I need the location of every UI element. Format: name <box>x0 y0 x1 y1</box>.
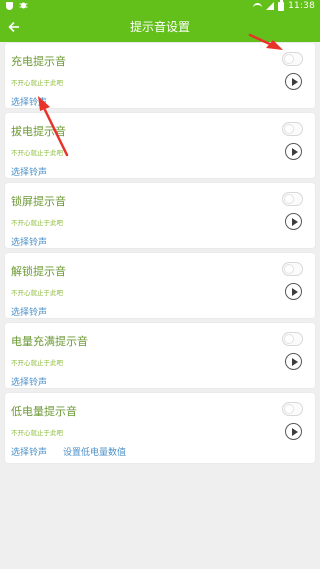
card-hint: 不开心就止于此吧 <box>11 149 63 157</box>
sound-card-low-battery: 低电量提示音 不开心就止于此吧 选择铃声 设置低电量数值 <box>5 393 315 463</box>
enable-toggle[interactable] <box>282 192 303 206</box>
toggle-knob <box>284 194 294 204</box>
toggle-knob <box>284 264 294 274</box>
play-button[interactable] <box>285 423 302 440</box>
enable-toggle[interactable] <box>282 402 303 416</box>
play-button[interactable] <box>285 283 302 300</box>
status-time: 11:38 <box>288 1 315 11</box>
sound-card-unlock: 解锁提示音 不开心就止于此吧 选择铃声 <box>5 253 315 318</box>
enable-toggle[interactable] <box>282 122 303 136</box>
sound-card-charging: 充电提示音 不开心就止于此吧 选择铃声 <box>5 43 315 108</box>
sound-card-lock: 锁屏提示音 不开心就止于此吧 选择铃声 <box>5 183 315 248</box>
play-icon <box>291 357 298 366</box>
toggle-knob <box>284 334 294 344</box>
play-button[interactable] <box>285 73 302 90</box>
card-title: 拔电提示音 <box>11 125 66 138</box>
toggle-knob <box>284 54 294 64</box>
shield-icon <box>6 2 13 10</box>
select-ringtone-link[interactable]: 选择铃声 <box>11 445 47 458</box>
select-ringtone-link[interactable]: 选择铃声 <box>11 165 47 178</box>
card-hint: 不开心就止于此吧 <box>11 79 63 87</box>
card-hint: 不开心就止于此吧 <box>11 289 63 297</box>
bug-icon <box>19 1 28 12</box>
select-ringtone-link[interactable]: 选择铃声 <box>11 375 47 388</box>
card-title: 低电量提示音 <box>11 405 77 418</box>
play-button[interactable] <box>285 143 302 160</box>
sound-card-full-charge: 电量充满提示音 不开心就止于此吧 选择铃声 <box>5 323 315 388</box>
enable-toggle[interactable] <box>282 262 303 276</box>
play-icon <box>291 427 298 436</box>
play-icon <box>291 287 298 296</box>
set-low-battery-value-link[interactable]: 设置低电量数值 <box>63 445 126 458</box>
select-ringtone-link[interactable]: 选择铃声 <box>11 95 47 108</box>
wifi-icon <box>253 2 263 10</box>
card-title: 充电提示音 <box>11 55 66 68</box>
battery-icon <box>278 0 285 11</box>
card-title: 锁屏提示音 <box>11 195 66 208</box>
enable-toggle[interactable] <box>282 52 303 66</box>
select-ringtone-link[interactable]: 选择铃声 <box>11 235 47 248</box>
play-icon <box>291 147 298 156</box>
card-title: 解锁提示音 <box>11 265 66 278</box>
app-bar: 提示音设置 <box>0 12 320 42</box>
toggle-knob <box>284 124 294 134</box>
sound-card-unplug: 拔电提示音 不开心就止于此吧 选择铃声 <box>5 113 315 178</box>
enable-toggle[interactable] <box>282 332 303 346</box>
card-title: 电量充满提示音 <box>11 335 88 348</box>
play-button[interactable] <box>285 353 302 370</box>
play-icon <box>291 217 298 226</box>
select-ringtone-link[interactable]: 选择铃声 <box>11 305 47 318</box>
card-hint: 不开心就止于此吧 <box>11 219 63 227</box>
page-title: 提示音设置 <box>129 20 190 34</box>
toggle-knob <box>284 404 294 414</box>
play-icon <box>291 77 298 86</box>
card-hint: 不开心就止于此吧 <box>11 359 63 367</box>
status-bar: 11:38 <box>0 0 320 12</box>
signal-icon <box>266 2 275 10</box>
play-button[interactable] <box>285 213 302 230</box>
card-hint: 不开心就止于此吧 <box>11 429 63 437</box>
